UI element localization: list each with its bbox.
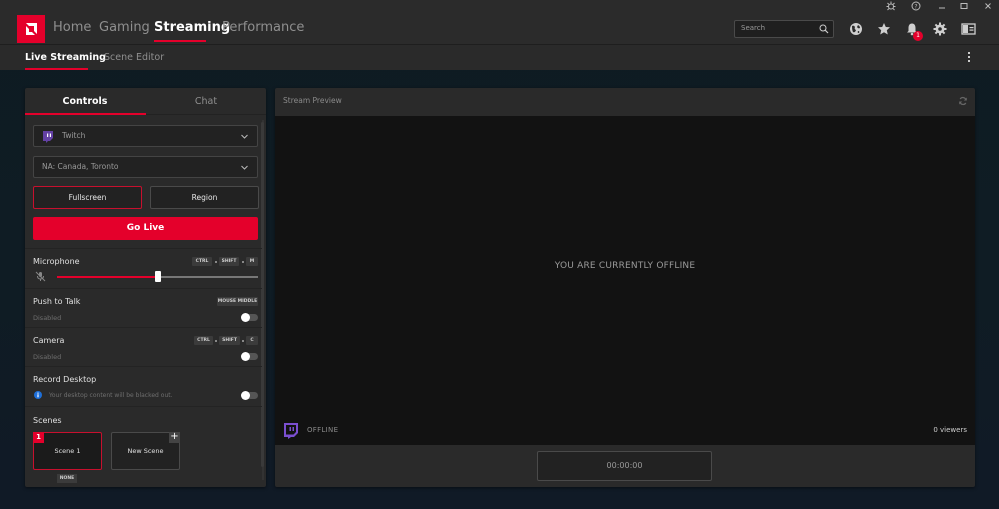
- stream-timer: 00:00:00: [537, 451, 712, 481]
- bug-report-icon[interactable]: [884, 1, 898, 13]
- nav-streaming[interactable]: Streaming: [154, 20, 230, 36]
- microphone-title: Microphone: [33, 257, 80, 266]
- main-header: Home Gaming Streaming Performance 1: [0, 14, 999, 44]
- hotkey-separator: [242, 261, 244, 263]
- hotkey-key: C: [246, 336, 258, 345]
- help-icon[interactable]: ?: [909, 1, 923, 13]
- push-to-talk-section: Push to Talk MOUSE MIDDLE Disabled: [25, 288, 262, 327]
- svg-text:?: ?: [914, 3, 917, 10]
- hotkey-separator: [242, 340, 244, 342]
- stream-preview-panel: Stream Preview YOU ARE CURRENTLY OFFLINE…: [275, 88, 975, 487]
- push-to-talk-status: Disabled: [33, 314, 62, 322]
- stream-preview-title: Stream Preview: [283, 96, 342, 105]
- nav-performance[interactable]: Performance: [222, 20, 304, 36]
- hotkey-separator: [215, 261, 217, 263]
- amd-logo-icon: [26, 23, 37, 35]
- record-desktop-section: Record Desktop Your desktop content will…: [25, 366, 262, 406]
- notification-badge: 1: [913, 31, 923, 41]
- more-options-icon[interactable]: [966, 52, 972, 64]
- camera-section: Camera CTRL SHIFT C Disabled: [25, 327, 262, 366]
- chevron-down-icon: [241, 134, 248, 139]
- nav-home[interactable]: Home: [53, 20, 91, 36]
- panel-tabs: Controls Chat: [25, 88, 266, 115]
- offline-message: YOU ARE CURRENTLY OFFLINE: [554, 261, 696, 271]
- title-bar: ?: [0, 0, 999, 14]
- go-live-button[interactable]: Go Live: [33, 217, 258, 240]
- search-icon[interactable]: [819, 24, 829, 34]
- search-input[interactable]: [741, 24, 819, 32]
- hotkey-key: MOUSE MIDDLE: [217, 297, 258, 306]
- push-to-talk-toggle[interactable]: [241, 313, 258, 322]
- close-icon[interactable]: [981, 1, 995, 13]
- twitch-icon: [43, 131, 53, 143]
- hotkey-key: SHIFT: [219, 257, 239, 266]
- favorites-star-icon[interactable]: [877, 21, 893, 37]
- refresh-icon[interactable]: [958, 96, 968, 106]
- camera-title: Camera: [33, 336, 65, 345]
- camera-toggle[interactable]: [241, 352, 258, 361]
- nav-active-indicator: [154, 40, 206, 42]
- info-icon: [34, 391, 42, 399]
- hotkey-key: SHIFT: [219, 336, 240, 345]
- slider-fill: [57, 276, 158, 278]
- settings-gear-icon[interactable]: [933, 21, 949, 37]
- amd-logo[interactable]: [17, 15, 45, 43]
- hotkey-key: M: [246, 257, 258, 266]
- stream-status: OFFLINE: [307, 426, 339, 434]
- camera-status: Disabled: [33, 353, 62, 361]
- subnav-live-streaming[interactable]: Live Streaming: [25, 52, 106, 63]
- globe-icon[interactable]: [849, 21, 865, 37]
- region-button[interactable]: Region: [150, 186, 259, 209]
- minimize-icon[interactable]: [935, 1, 949, 13]
- platform-dropdown[interactable]: Twitch: [33, 125, 258, 147]
- record-desktop-info: Your desktop content will be blacked out…: [49, 392, 173, 399]
- new-scene-card[interactable]: + New Scene: [111, 432, 180, 470]
- hotkey-separator: [215, 340, 217, 342]
- sidebar-panel-icon[interactable]: [961, 21, 977, 37]
- scenes-title: Scenes: [33, 416, 62, 425]
- stream-preview-area: YOU ARE CURRENTLY OFFLINE OFFLINE 0 view…: [275, 116, 975, 445]
- microphone-section: Microphone CTRL SHIFT M: [25, 248, 262, 288]
- search-box[interactable]: [734, 20, 834, 38]
- twitch-icon: [284, 423, 298, 439]
- maximize-icon[interactable]: [957, 1, 971, 13]
- subnav-active-indicator: [25, 68, 88, 70]
- new-scene-label: New Scene: [127, 447, 164, 455]
- viewer-count: 0 viewers: [933, 426, 967, 434]
- tab-chat[interactable]: Chat: [146, 96, 266, 107]
- hotkey-key: CTRL: [192, 257, 212, 266]
- slider-thumb[interactable]: [154, 271, 161, 282]
- add-scene-icon[interactable]: +: [169, 432, 180, 443]
- record-desktop-title: Record Desktop: [33, 375, 97, 384]
- microphone-muted-icon[interactable]: [35, 271, 46, 282]
- fullscreen-button[interactable]: Fullscreen: [33, 186, 142, 209]
- nav-gaming[interactable]: Gaming: [99, 20, 150, 36]
- push-to-talk-title: Push to Talk: [33, 297, 81, 306]
- platform-value: Twitch: [62, 131, 86, 140]
- scene-hotkey: NONE: [57, 474, 77, 483]
- scene-label: Scene 1: [54, 447, 81, 455]
- server-dropdown[interactable]: NA: Canada, Toronto: [33, 156, 258, 178]
- scene-card[interactable]: 1 Scene 1: [33, 432, 102, 470]
- controls-panel: Controls Chat Twitch NA: Canada, Toronto…: [25, 88, 266, 487]
- hotkey-key: CTRL: [194, 336, 213, 345]
- tab-active-indicator: [25, 113, 146, 115]
- chevron-down-icon: [241, 165, 248, 170]
- server-value: NA: Canada, Toronto: [42, 162, 119, 171]
- tab-controls[interactable]: Controls: [25, 96, 145, 107]
- sub-navigation: Live Streaming Scene Editor: [0, 44, 999, 70]
- subnav-scene-editor[interactable]: Scene Editor: [104, 52, 164, 63]
- scene-number: 1: [33, 432, 44, 443]
- record-desktop-toggle[interactable]: [241, 391, 258, 400]
